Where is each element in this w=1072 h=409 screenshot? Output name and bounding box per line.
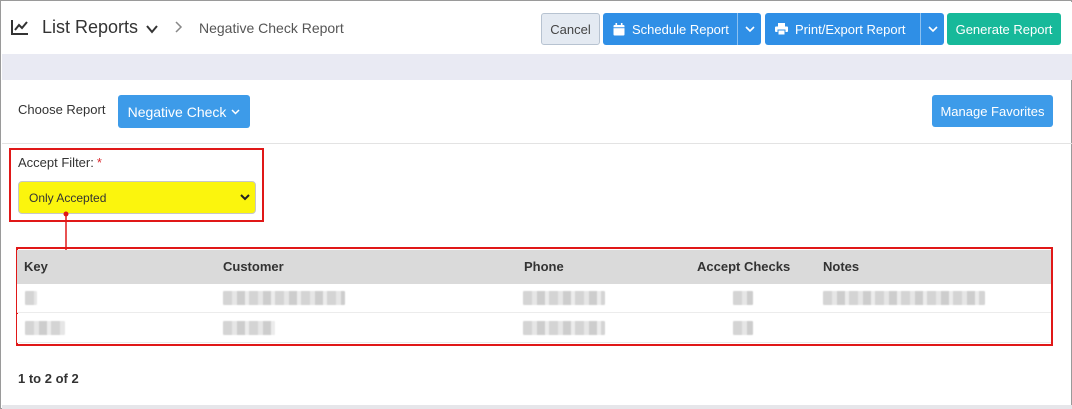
- print-export-main[interactable]: Print/Export Report: [765, 13, 920, 45]
- redacted-phone: [523, 321, 605, 335]
- page-title: List Reports: [42, 17, 139, 37]
- pagination-summary: 1 to 2 of 2: [18, 371, 79, 386]
- chevron-right-icon: [175, 21, 183, 33]
- accept-filter-select[interactable]: Only Accepted: [18, 181, 256, 214]
- table-row[interactable]: [17, 284, 1051, 313]
- accept-filter-label-text: Accept Filter:: [18, 155, 94, 170]
- required-mark: *: [96, 155, 102, 170]
- header-band: [2, 54, 1072, 80]
- chevron-down-icon[interactable]: [145, 22, 159, 36]
- breadcrumb-current: Negative Check Report: [199, 20, 344, 36]
- redacted-key: [25, 321, 65, 335]
- print-export-button[interactable]: Print/Export Report: [765, 13, 944, 45]
- column-header-customer[interactable]: Customer: [223, 259, 284, 274]
- choose-report-label: Choose Report: [18, 102, 106, 117]
- column-header-notes[interactable]: Notes: [823, 259, 859, 274]
- column-header-phone[interactable]: Phone: [524, 259, 564, 274]
- footer-band: [2, 405, 1072, 409]
- section-divider: [2, 143, 1072, 144]
- column-header-key[interactable]: Key: [24, 259, 48, 274]
- choose-report-dropdown[interactable]: Negative Check: [118, 95, 250, 128]
- chevron-down-icon: [927, 26, 938, 33]
- generate-report-button[interactable]: Generate Report: [947, 13, 1061, 45]
- print-export-label: Print/Export Report: [795, 21, 906, 37]
- schedule-report-label: Schedule Report: [632, 21, 729, 37]
- print-export-dropdown[interactable]: [920, 13, 944, 45]
- accept-filter-label: Accept Filter: *: [18, 155, 102, 170]
- cancel-button[interactable]: Cancel: [541, 13, 600, 45]
- schedule-report-button[interactable]: Schedule Report: [603, 13, 761, 45]
- calendar-icon: [613, 22, 625, 35]
- chevron-down-icon: [231, 109, 240, 115]
- table-row[interactable]: [17, 314, 1051, 343]
- redacted-customer: [223, 321, 275, 335]
- manage-favorites-button[interactable]: Manage Favorites: [932, 95, 1053, 127]
- schedule-report-main[interactable]: Schedule Report: [603, 13, 737, 45]
- redacted-accept-checks: [733, 291, 753, 305]
- accept-filter-value: Only Accepted: [29, 190, 107, 205]
- chevron-down-icon: [240, 194, 250, 201]
- redacted-phone: [523, 291, 605, 305]
- schedule-report-dropdown[interactable]: [737, 13, 761, 45]
- redacted-accept-checks: [733, 321, 753, 335]
- redacted-key: [25, 291, 37, 305]
- column-header-accept-checks[interactable]: Accept Checks: [697, 259, 790, 274]
- chevron-down-icon: [744, 26, 755, 33]
- page-header: List Reports Negative Check Report Cance…: [2, 2, 1072, 54]
- redacted-customer: [223, 291, 345, 305]
- redacted-notes: [823, 291, 985, 305]
- report-window: List Reports Negative Check Report Cance…: [0, 0, 1072, 409]
- printer-icon: [775, 23, 788, 35]
- line-chart-icon: [11, 20, 28, 35]
- selected-report-label: Negative Check: [127, 103, 227, 120]
